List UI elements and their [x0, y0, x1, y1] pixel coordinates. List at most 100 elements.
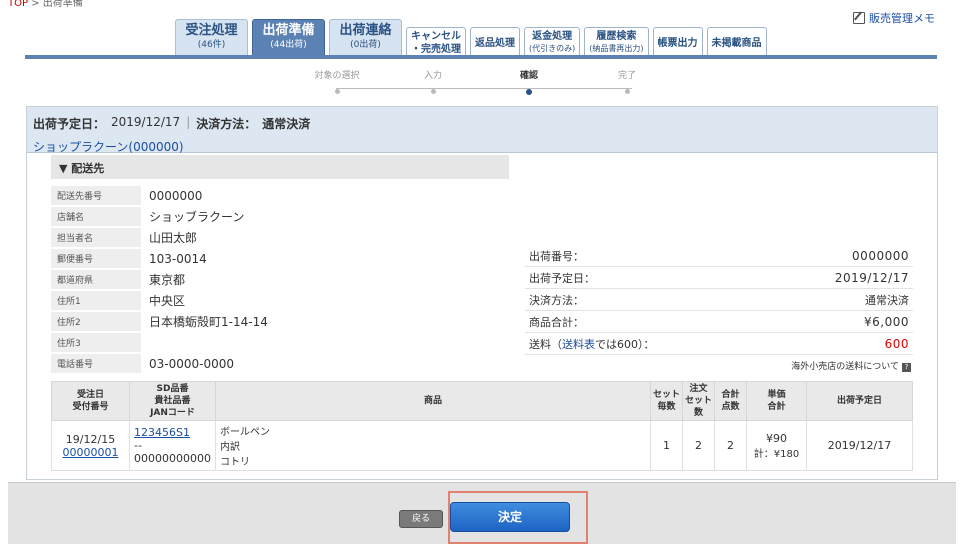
edit-icon [853, 12, 865, 24]
col-unit-price: 単価 合計 [746, 381, 807, 421]
tab-label: 未掲載商品 [711, 38, 762, 49]
date-label: 出荷予定日： [33, 117, 106, 131]
address-value: 0000000 [149, 188, 203, 203]
cell-product: ボールペン 内訳 コトリ [214, 420, 652, 471]
address-value: 中央区 [149, 294, 186, 308]
back-button[interactable]: 戻る [399, 510, 443, 528]
cell-order: 19/12/15 00000001 [51, 420, 130, 471]
jan-code: 00000000000 [134, 452, 211, 465]
step-label: 入力 [423, 71, 442, 81]
steps-line [336, 88, 632, 89]
payment-label: 決済方法： [196, 117, 257, 131]
table-row: 19/12/15 00000001 123456S1 -- 0000000000… [51, 420, 913, 471]
address-key: 住所3 [51, 333, 141, 352]
header-text: 合計 [767, 402, 786, 412]
tab-shipping-prep[interactable]: 出荷準備 (44出荷) [252, 19, 325, 55]
cell-sd: 123456S1 -- 00000000000 [129, 420, 216, 471]
sd-code-link[interactable]: 123456S1 [134, 426, 190, 439]
address-row: 配送先番号 0000000 [51, 185, 509, 206]
tab-label: 履歴検索 [596, 31, 637, 42]
header-text: 貴社品番 [154, 396, 191, 406]
step-dot [334, 89, 340, 94]
tab-history-search[interactable]: 履歴検索 (納品書再出力) [584, 27, 649, 55]
tab-cancel[interactable]: キャンセル ・完売処理 [406, 27, 466, 55]
totals-row: 出荷番号： 0000000 [525, 245, 913, 267]
col-ship-date: 出荷予定日 [806, 381, 913, 421]
header-text: JANコード [150, 408, 195, 418]
sales-memo-link[interactable]: 販売管理メモ [853, 10, 935, 26]
cell-ship-date: 2019/12/17 [806, 420, 913, 471]
tab-sub: (納品書再出力) [589, 44, 644, 53]
order-date: 19/12/15 [65, 432, 116, 446]
tab-label: 返品処理 [475, 38, 515, 49]
header-text: 数 [693, 408, 703, 418]
totals-row: 出荷予定日： 2019/12/17 [525, 267, 913, 289]
header-text: 注文 [689, 384, 708, 394]
product-name: ボールペン [219, 427, 270, 438]
step-confirm: 確認 [494, 68, 564, 95]
address-row: 住所3 [51, 332, 509, 353]
tab-label: 受注処理 [185, 23, 238, 38]
totals-label: 商品合計： [529, 315, 584, 329]
totals-row: 決済方法： 通常決済 [525, 289, 913, 311]
shipping-fee-prefix: 送料（ [529, 337, 562, 351]
header-text: 合計 [721, 390, 740, 400]
cell-set: 1 [650, 420, 683, 471]
header-text: SD品番 [156, 384, 189, 394]
own-code: -- [134, 439, 142, 452]
summary-separator: | [186, 115, 191, 129]
confirm-button[interactable]: 決定 [450, 502, 570, 532]
tab-count: (0出荷) [350, 40, 381, 50]
shipping-fee-suffix: では600）： [595, 337, 655, 351]
address-key: 住所2 [51, 312, 141, 331]
tab-returns[interactable]: 返品処理 [470, 27, 520, 55]
col-order: 受注日 受付番号 [51, 381, 130, 421]
tab-order-processing[interactable]: 受注処理 (46件) [175, 19, 248, 55]
breadcrumb-top-link[interactable]: TOP [8, 0, 28, 9]
shop-link[interactable]: ショップラクーン(000000) [33, 138, 931, 155]
order-number-link[interactable]: 00000001 [63, 446, 119, 459]
tab-unlisted-products[interactable]: 未掲載商品 [706, 27, 767, 55]
totals-row: 送料（送料表では600）： 600 [525, 333, 913, 355]
tab-bar-underline [25, 55, 937, 59]
address-value: 東京都 [149, 273, 186, 287]
overseas-shipping-note[interactable]: 海外小売店の送料について? [525, 355, 913, 376]
shipping-table-link[interactable]: 送料表 [562, 338, 595, 351]
address-key: 担当者名 [51, 228, 141, 247]
tab-shipping-notice[interactable]: 出荷連絡 (0出荷) [329, 19, 402, 55]
product-variant: コトリ [219, 457, 250, 468]
shipment-number: 0000000 [852, 248, 909, 263]
col-product: 商品 [214, 381, 652, 421]
shipping-section-toggle[interactable]: ▼ 配送先 [51, 155, 509, 179]
address-row: 都道府県 東京都 [51, 269, 509, 290]
shipping-fee-value: 600 [884, 336, 909, 351]
address-value: ショッブラクーン [149, 210, 245, 224]
step-label: 確認 [519, 71, 538, 81]
header-text: 毎数 [657, 402, 676, 412]
address-key: 住所1 [51, 291, 141, 310]
address-value: 03-0000-0000 [149, 356, 235, 371]
cell-order-set: 2 [682, 420, 715, 471]
shipment-totals: 出荷番号： 0000000 出荷予定日： 2019/12/17 決済方法： 通常決済 … [525, 245, 913, 376]
breadcrumb: TOP > 出荷準備 [8, 0, 83, 9]
tab-refunds[interactable]: 返金処理 (代引きのみ) [524, 27, 581, 55]
address-row: 住所2 日本橋蛎殻町1-14-14 [51, 311, 509, 332]
main-tabs: 受注処理 (46件) 出荷準備 (44出荷) 出荷連絡 (0出荷) キャンセル … [175, 19, 767, 55]
step-label: 対象の選択 [314, 71, 360, 81]
header-text: 商品 [423, 396, 442, 406]
shipping-fee-label: 送料（送料表では600）： [529, 336, 655, 352]
tab-report-output[interactable]: 帳票出力 [652, 27, 703, 55]
totals-label: 出荷予定日： [529, 271, 595, 285]
address-row: 住所1 中央区 [51, 290, 509, 311]
product-detail: 内訳 [219, 442, 240, 453]
cell-unit-price: ¥90 計：¥180 [746, 420, 807, 471]
header-text: セット [653, 390, 681, 400]
sales-memo-label: 販売管理メモ [869, 12, 935, 25]
breadcrumb-current: 出荷準備 [42, 0, 83, 9]
header-text: 受注日 [76, 390, 104, 400]
col-order-set: 注文 セット数 [682, 381, 715, 421]
help-icon[interactable]: ? [902, 363, 911, 372]
totals-label: 出荷番号： [529, 249, 584, 263]
address-row: 郵便番号 103-0014 [51, 248, 509, 269]
shipment-panel: 出荷予定日： 2019/12/17 | 決済方法： 通常決済 ショップラクーン(… [26, 106, 938, 480]
